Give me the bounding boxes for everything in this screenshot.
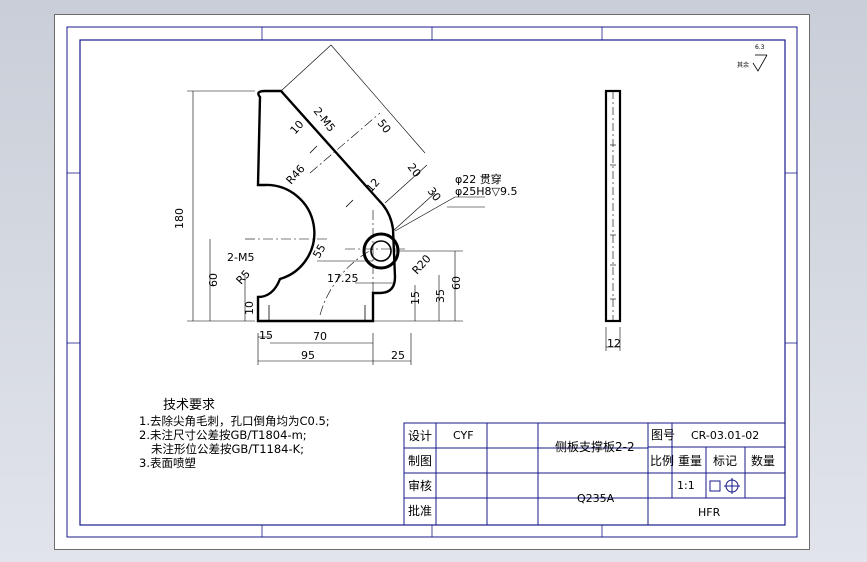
review-label: 审核 (408, 478, 432, 493)
cad-viewport[interactable]: φ22 贯穿 φ25H8▽9.5 180 2-M5 50 10 20 30 12… (0, 0, 867, 562)
projection-symbol (709, 478, 740, 494)
dim-35: 35 (434, 289, 447, 303)
dim-60-right: 60 (450, 276, 463, 290)
dim-30: 30 (425, 185, 444, 204)
dim-60-left: 60 (207, 273, 220, 287)
scale-label: 比例 (650, 454, 674, 468)
material: Q235A (577, 492, 615, 505)
dim-12-side: 12 (607, 337, 621, 350)
dim-2m5-bottom: 2-M5 (227, 251, 254, 264)
dim-70: 70 (313, 330, 327, 343)
tech-req-item-3: 未注形位公差按GB/T1184-K; (151, 442, 304, 456)
part-name: 侧板支撑板2-2 (555, 439, 635, 454)
quantity-label: 数量 (751, 453, 775, 468)
side-view-hidden (605, 91, 621, 351)
slot-marks (268, 145, 366, 321)
dim-hole: φ22 贯穿 (455, 172, 502, 186)
dim-15-bottom: 15 (259, 329, 273, 342)
center-lines (245, 112, 405, 316)
dim-15-right: 15 (409, 291, 422, 305)
surface-finish-value: 6.3 (755, 44, 765, 51)
tech-req-item-1: 1.去除尖角毛刺，孔口倒角均为C0.5; (139, 414, 330, 428)
dim-10-top: 10 (288, 118, 307, 137)
design-label: 设计 (408, 429, 432, 443)
dim-25: 25 (391, 349, 405, 362)
drawing-canvas: φ22 贯穿 φ25H8▽9.5 180 2-M5 50 10 20 30 12… (66, 26, 798, 538)
dim-50: 50 (375, 117, 394, 136)
surface-finish-label: 其余 (737, 61, 749, 69)
tech-req-item-2: 2.未注尺寸公差按GB/T1804-m; (139, 428, 307, 442)
mark-label: 标记 (713, 454, 737, 468)
drawing-no: CR-03.01-02 (691, 429, 759, 442)
dim-10-left: 10 (243, 301, 256, 315)
tech-req-title: 技术要求 (163, 398, 215, 413)
dim-r20: R20 (410, 252, 434, 277)
company: HFR (698, 506, 721, 519)
hole-inner (370, 240, 392, 262)
weight-label: 重量 (678, 454, 702, 468)
scale-value: 1:1 (677, 479, 695, 492)
dimension-lines (187, 44, 485, 365)
dim-12-slot: 12 (364, 176, 383, 195)
dim-17-25: 17.25 (327, 272, 359, 285)
surface-finish-symbol (752, 54, 768, 72)
dim-20: 20 (405, 161, 424, 180)
dim-r46: R46 (284, 162, 308, 187)
drawing-sheet: φ22 贯穿 φ25H8▽9.5 180 2-M5 50 10 20 30 12… (54, 14, 810, 550)
tech-req-item-4: 3.表面喷塑 (139, 456, 196, 470)
drawing-label: 制图 (408, 454, 432, 468)
dim-counterbore: φ25H8▽9.5 (455, 185, 517, 198)
dim-r5: R5 (234, 267, 253, 287)
drawing-no-label: 图号 (651, 428, 675, 442)
designer-value: CYF (453, 429, 474, 442)
approve-label: 批准 (408, 503, 432, 518)
dim-180: 180 (173, 208, 186, 229)
dim-95: 95 (301, 349, 315, 362)
